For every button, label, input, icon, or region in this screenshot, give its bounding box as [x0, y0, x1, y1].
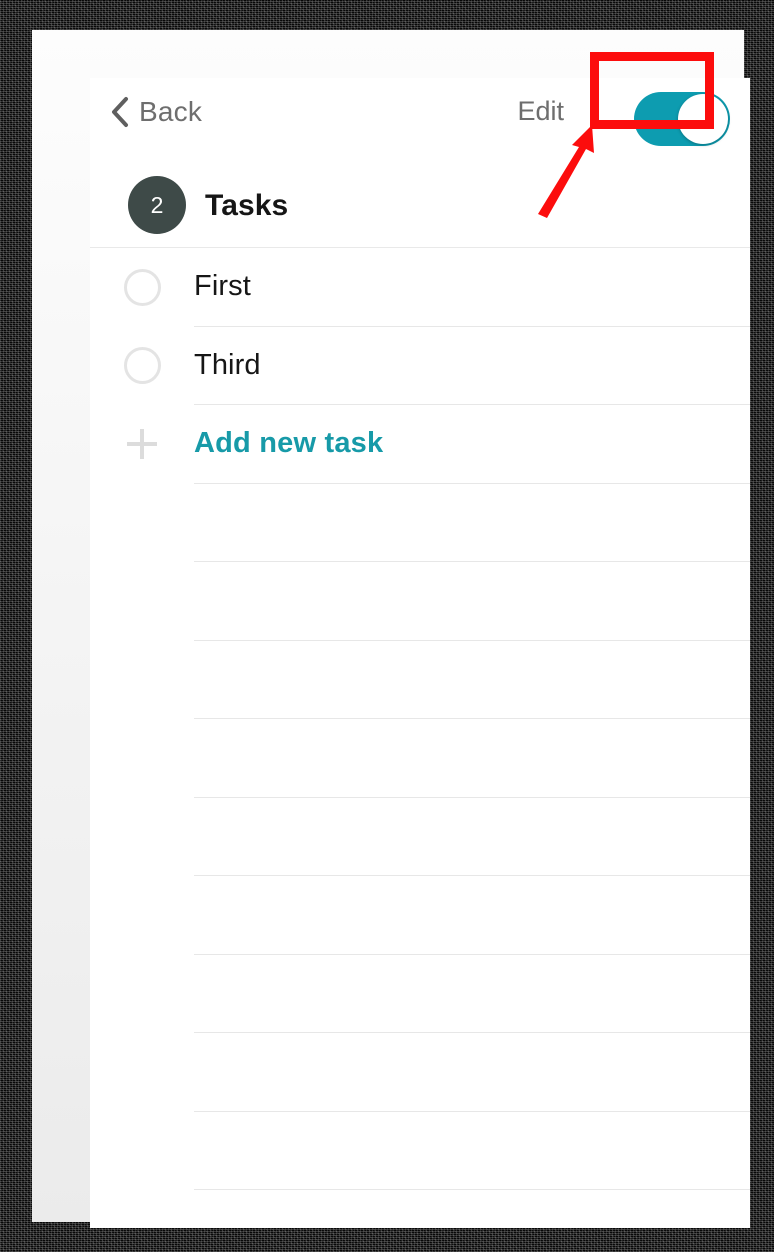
task-label: First: [194, 270, 251, 303]
circle-unchecked-icon[interactable]: [123, 347, 161, 385]
empty-row-body: [194, 955, 750, 1033]
empty-row: [90, 1033, 750, 1112]
navigation-bar: Back Edit: [90, 78, 750, 160]
task-list: First Third Add new task: [90, 248, 750, 1190]
empty-row: [90, 641, 750, 719]
empty-row-body: [194, 641, 750, 719]
chevron-left-icon: [112, 97, 128, 127]
empty-row-body: [194, 1033, 750, 1112]
add-task-lead: [90, 425, 194, 463]
toggle-knob: [678, 94, 728, 144]
back-button-label: Back: [139, 96, 203, 127]
empty-row: [90, 876, 750, 955]
task-row-body: Third: [194, 327, 750, 405]
app-card: Back Edit 2 Tasks First Third Add new ta…: [90, 78, 750, 1228]
empty-row: [90, 798, 750, 876]
back-button[interactable]: Back: [102, 90, 210, 134]
task-label: Third: [194, 348, 261, 381]
task-row-body: First: [194, 248, 750, 327]
task-row-third[interactable]: Third: [90, 327, 750, 405]
task-row-lead: [90, 347, 194, 385]
empty-row-body: [194, 798, 750, 876]
device-page-background: Back Edit 2 Tasks First Third Add new ta…: [32, 30, 750, 1228]
task-count-badge: 2: [128, 176, 186, 234]
empty-row: [90, 562, 750, 641]
add-task-body: Add new task: [194, 405, 750, 484]
empty-row: [90, 1112, 750, 1190]
empty-row-body: [194, 562, 750, 641]
empty-row-body: [194, 876, 750, 955]
empty-row-body: [194, 1112, 750, 1190]
circle-unchecked-icon[interactable]: [123, 268, 161, 306]
edit-mode-toggle[interactable]: [634, 92, 730, 146]
page-title: Tasks: [205, 189, 289, 222]
add-new-task-label: Add new task: [194, 427, 384, 460]
section-header: 2 Tasks: [90, 160, 750, 247]
add-new-task-row[interactable]: Add new task: [90, 405, 750, 484]
task-row-lead: [90, 268, 194, 306]
plus-icon[interactable]: [123, 425, 161, 463]
empty-row-body: [194, 484, 750, 562]
empty-row: [90, 484, 750, 562]
empty-row-body: [194, 719, 750, 798]
task-row-first[interactable]: First: [90, 248, 750, 327]
empty-row: [90, 719, 750, 798]
empty-row: [90, 955, 750, 1033]
screenshot-frame: Back Edit 2 Tasks First Third Add new ta…: [0, 0, 774, 1252]
edit-button[interactable]: Edit: [517, 98, 564, 125]
